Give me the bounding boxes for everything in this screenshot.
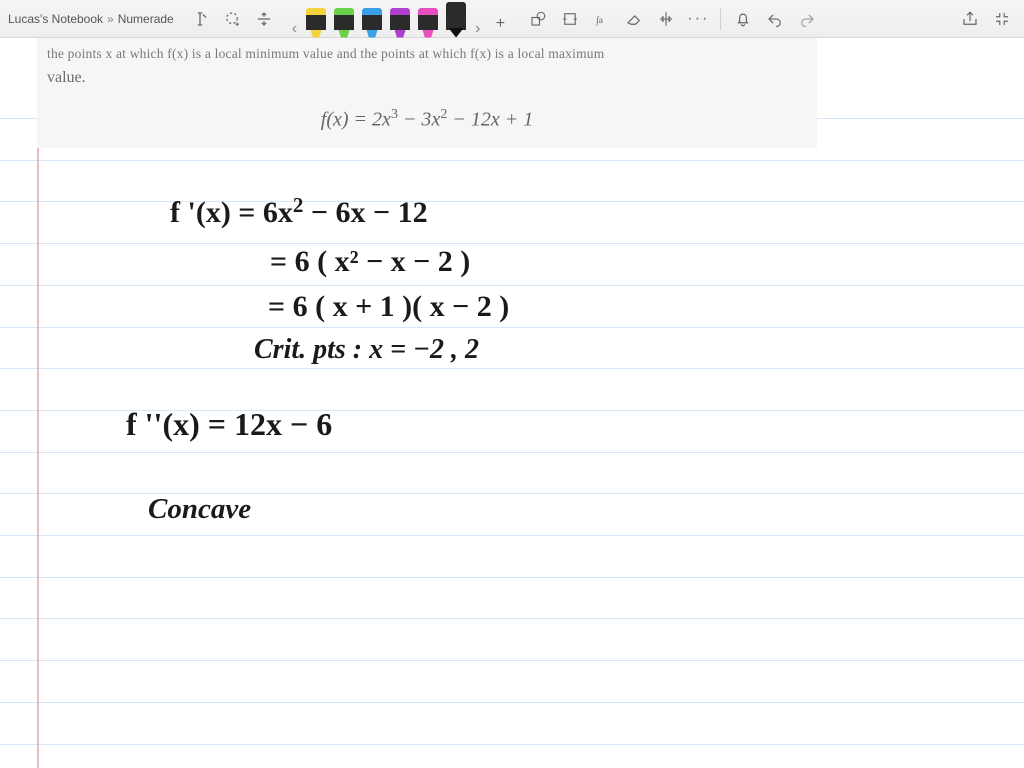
fullscreen-button[interactable] <box>988 5 1016 33</box>
lasso-icon <box>223 10 241 28</box>
handwriting-line: Crit. pts : x = −2 , 2 <box>254 334 479 366</box>
pen-2[interactable] <box>359 8 385 38</box>
pen-4[interactable] <box>415 8 441 38</box>
toolbar: Lucas's Notebook » Numerade ‹ › + ∫a ··· <box>0 0 1024 38</box>
fullscreen-exit-icon <box>993 10 1011 28</box>
ink-math-icon: ∫a <box>593 10 611 28</box>
breadcrumb-page[interactable]: Numerade <box>118 12 174 26</box>
ink-shape-icon <box>561 10 579 28</box>
pen-0[interactable] <box>303 8 329 38</box>
plus-icon: + <box>496 15 505 33</box>
bell-icon <box>734 10 752 28</box>
redo-icon <box>798 10 816 28</box>
undo-icon <box>766 10 784 28</box>
ink-to-math-button[interactable]: ∫a <box>588 5 616 33</box>
insert-space-button[interactable] <box>250 5 278 33</box>
ink-to-shape-button[interactable] <box>556 5 584 33</box>
undo-button[interactable] <box>761 5 789 33</box>
svg-text:∫a: ∫a <box>595 14 604 25</box>
handwriting-line: = 6 ( x² − x − 2 ) <box>270 245 470 279</box>
pen-5[interactable] <box>443 2 469 38</box>
shapes-icon <box>529 10 547 28</box>
text-cursor-icon <box>191 10 209 28</box>
problem-snippet[interactable]: the points x at which f(x) is a local mi… <box>37 38 817 148</box>
problem-formula: f(x) = 2x3 − 3x2 − 12x + 1 <box>47 105 807 135</box>
handwriting-line: f ''(x) = 12x − 6 <box>126 406 332 443</box>
lasso-select-button[interactable] <box>218 5 246 33</box>
share-button[interactable] <box>956 5 984 33</box>
text-tool-button[interactable] <box>186 5 214 33</box>
pen-prev[interactable]: ‹ <box>288 20 301 38</box>
handwriting-line: = 6 ( x + 1 )( x − 2 ) <box>268 290 509 324</box>
breadcrumb[interactable]: Lucas's Notebook » Numerade <box>8 12 174 26</box>
eraser-icon <box>625 10 643 28</box>
more-button[interactable]: ··· <box>684 5 712 33</box>
insert-space-icon <box>255 10 273 28</box>
breadcrumb-notebook[interactable]: Lucas's Notebook <box>8 12 103 26</box>
pen-next[interactable]: › <box>471 20 484 38</box>
shapes-button[interactable] <box>524 5 552 33</box>
pen-3[interactable] <box>387 8 413 38</box>
breadcrumb-separator: » <box>107 12 114 26</box>
handwriting-line: Concave <box>148 493 251 526</box>
ruler-icon <box>657 10 675 28</box>
eraser-button[interactable] <box>620 5 648 33</box>
pen-palette: ‹ › + <box>288 0 515 38</box>
note-canvas[interactable]: the points x at which f(x) is a local mi… <box>0 38 1024 768</box>
handwriting-line: f '(x) = 6x2 − 6x − 12 <box>170 196 428 230</box>
add-pen-button[interactable]: + <box>486 10 514 38</box>
problem-text-line1: the points x at which f(x) is a local mi… <box>47 44 807 64</box>
share-icon <box>961 10 979 28</box>
notifications-button[interactable] <box>729 5 757 33</box>
toolbar-divider <box>720 8 721 30</box>
problem-text-line2: value. <box>47 66 807 89</box>
redo-button[interactable] <box>793 5 821 33</box>
ellipsis-icon: ··· <box>687 10 709 28</box>
ruler-button[interactable] <box>652 5 680 33</box>
pen-1[interactable] <box>331 8 357 38</box>
